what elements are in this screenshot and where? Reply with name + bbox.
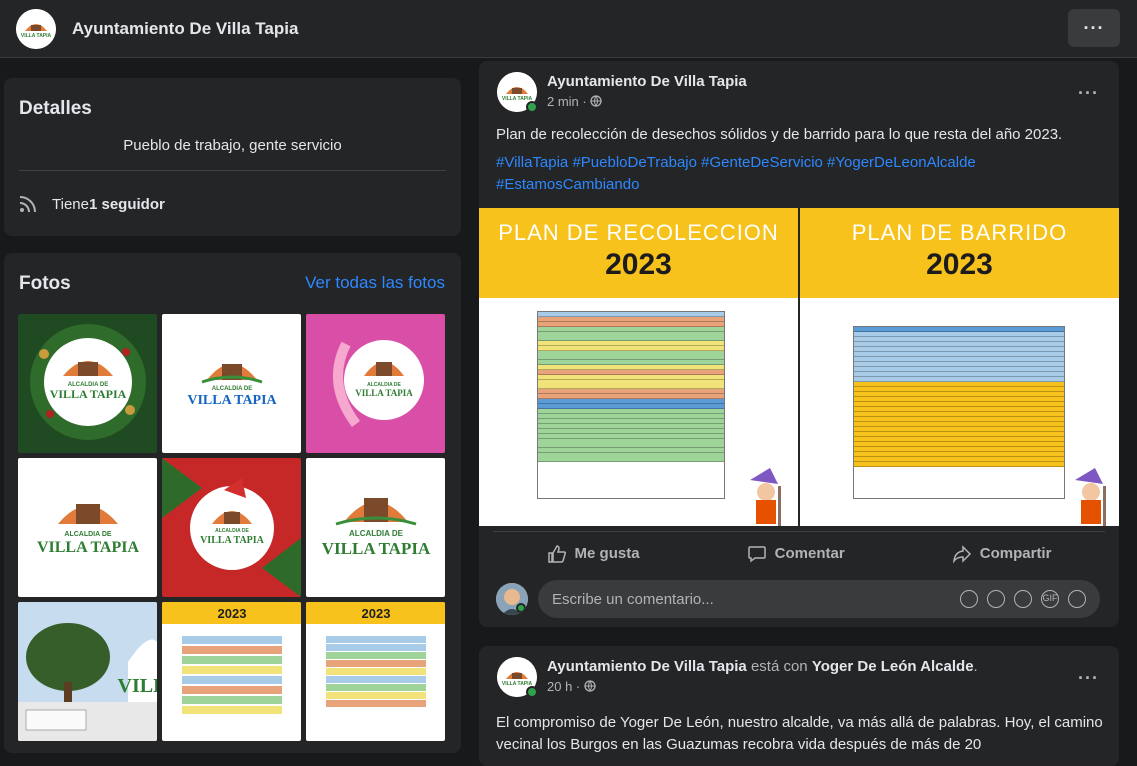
banner-header: PLAN DE RECOLECCION 2023 (479, 208, 798, 298)
logo-small-text: ALCALDIA DE (64, 531, 112, 538)
thumbs-up-icon (547, 544, 566, 563)
logo-big-text: VILLA TAPIA (355, 388, 413, 398)
gif-icon[interactable]: GIF (1041, 590, 1059, 608)
globe-icon (590, 95, 602, 107)
comment-button[interactable]: Comentar (747, 544, 845, 564)
post-time[interactable]: 20 h · (547, 679, 584, 694)
banner-year: 2023 (926, 248, 993, 281)
divider (19, 170, 446, 171)
photo-thumbnail[interactable]: 2023 (162, 602, 301, 741)
logo-big-text: VILL (118, 675, 157, 697)
comment-tools: GIF (960, 590, 1086, 608)
sticker-icon[interactable] (1068, 590, 1086, 608)
plan-barrido-image: PLAN DE BARRIDO 2023 (800, 208, 1119, 526)
logo-big-text: VILLA TAPIA (37, 539, 140, 556)
post-options-button[interactable]: ··· (1078, 668, 1099, 689)
photo-thumbnail[interactable]: ALCALDIA DE VILLA TAPIA (306, 458, 445, 597)
details-card: Detalles Pueblo de trabajo, gente servic… (4, 78, 461, 236)
followers-row: Tiene 1 seguidor (18, 194, 165, 214)
more-options-button[interactable]: ··· (1068, 9, 1120, 47)
post-author-name[interactable]: Ayuntamiento De Villa Tapia (547, 73, 747, 90)
comment-label: Comentar (774, 545, 845, 562)
comment-input[interactable]: Escribe un comentario... GIF (538, 580, 1100, 618)
post-actions-bar: Me gusta Comentar Compartir (493, 531, 1105, 569)
banner-subtitle: PLAN DE RECOLECCION (498, 220, 779, 245)
page-header: VILLA TAPIA Ayuntamiento De Villa Tapia … (0, 0, 1137, 58)
photos-grid: ALCALDIA DE VILLA TAPIA ALCALDIA DE VILL… (18, 314, 445, 741)
photos-card: Fotos Ver todas las fotos ALCALDIA DE VI… (4, 253, 461, 753)
details-description: Pueblo de trabajo, gente servicio (123, 137, 342, 154)
comment-icon (747, 545, 766, 562)
avatar-sticker-icon[interactable] (960, 590, 978, 608)
globe-icon (584, 680, 596, 692)
with-text: está con (746, 658, 812, 675)
thumb-year-text: 2023 (362, 606, 391, 621)
post-timestamp[interactable]: 2 min · (547, 94, 747, 109)
mascot-icon (1075, 468, 1106, 526)
post-header: VILLA TAPIA Ayuntamiento De Villa Tapia … (497, 657, 978, 698)
share-label: Compartir (979, 545, 1052, 562)
photo-thumbnail[interactable]: ALCALDIA DE VILLA TAPIA (306, 314, 445, 453)
share-icon (952, 544, 971, 564)
photos-heading: Fotos (19, 273, 71, 294)
online-status-dot (526, 101, 538, 113)
details-heading: Detalles (19, 98, 92, 119)
plan-recoleccion-image: PLAN DE RECOLECCION 2023 (479, 208, 798, 526)
banner-year: 2023 (605, 248, 672, 281)
like-label: Me gusta (574, 545, 640, 562)
followers-prefix: Tiene (52, 195, 89, 213)
emoji-icon[interactable] (987, 590, 1005, 608)
photo-thumbnail[interactable]: ALCALDIA DE VILLA TAPIA (162, 458, 301, 597)
post-card: VILLA TAPIA Ayuntamiento De Villa Tapia … (479, 61, 1119, 627)
comment-composer: Escribe un comentario... GIF (496, 580, 1100, 618)
tagged-person[interactable]: Yoger De León Alcalde (812, 658, 974, 675)
photo-thumbnail[interactable]: ALCALDIA DE VILLA TAPIA (18, 458, 157, 597)
rss-icon (19, 196, 36, 213)
logo-small-text: ALCALDIA DE (212, 386, 252, 392)
svg-text:VILLA TAPIA: VILLA TAPIA (21, 33, 52, 39)
logo-big-text: VILLA TAPIA (322, 539, 431, 558)
page-logo[interactable]: VILLA TAPIA (16, 8, 56, 49)
tail-text: . (973, 658, 978, 675)
banner-subtitle: PLAN DE BARRIDO (851, 220, 1068, 245)
followers-count[interactable]: 1 seguidor (89, 196, 165, 213)
post-timestamp[interactable]: 20 h · (547, 679, 978, 694)
schedule-table (853, 326, 1065, 499)
comment-placeholder: Escribe un comentario... (552, 590, 714, 608)
post-author-name[interactable]: Ayuntamiento De Villa Tapia (547, 658, 747, 675)
online-status-dot (516, 603, 526, 613)
photo-thumbnail[interactable]: VILL (18, 602, 157, 741)
post-text: El compromiso de Yoger De León, nuestro … (496, 714, 1103, 753)
like-button[interactable]: Me gusta (547, 544, 640, 564)
schedule-table (537, 311, 725, 499)
post-time[interactable]: 2 min · (547, 94, 590, 109)
post-image[interactable]: PLAN DE RECOLECCION 2023 PLAN DE BARRIDO… (479, 208, 1119, 526)
photo-thumbnail[interactable]: ALCALDIA DE VILLA TAPIA (162, 314, 301, 453)
user-avatar[interactable] (496, 583, 528, 615)
see-all-photos-link[interactable]: Ver todas las fotos (305, 273, 445, 293)
thumb-year-text: 2023 (218, 606, 247, 621)
online-status-dot (526, 686, 538, 698)
post-author-line: Ayuntamiento De Villa Tapia está con Yog… (547, 658, 978, 675)
post-options-button[interactable]: ··· (1078, 83, 1099, 104)
logo-big-text: VILLA TAPIA (200, 535, 265, 546)
mascot-icon (750, 468, 781, 526)
logo-big-text: VILLA TAPIA (187, 393, 277, 408)
logo-small-text: ALCALDIA DE (215, 528, 249, 534)
camera-icon[interactable] (1014, 590, 1032, 608)
post-header: VILLA TAPIA Ayuntamiento De Villa Tapia … (497, 72, 747, 113)
post-hashtags[interactable]: #VillaTapia #PuebloDeTrabajo #GenteDeSer… (496, 152, 1056, 196)
photo-thumbnail[interactable]: ALCALDIA DE VILLA TAPIA (18, 314, 157, 453)
post-card: VILLA TAPIA Ayuntamiento De Villa Tapia … (479, 646, 1119, 766)
banner-header: PLAN DE BARRIDO 2023 (800, 208, 1119, 298)
page-title[interactable]: Ayuntamiento De Villa Tapia (72, 19, 298, 39)
share-button[interactable]: Compartir (952, 544, 1052, 564)
logo-big-text: VILLA TAPIA (50, 387, 127, 401)
photo-thumbnail[interactable]: 2023 (306, 602, 445, 741)
post-text: Plan de recolección de desechos sólidos … (496, 126, 1063, 143)
logo-small-text: ALCALDIA DE (349, 529, 404, 538)
